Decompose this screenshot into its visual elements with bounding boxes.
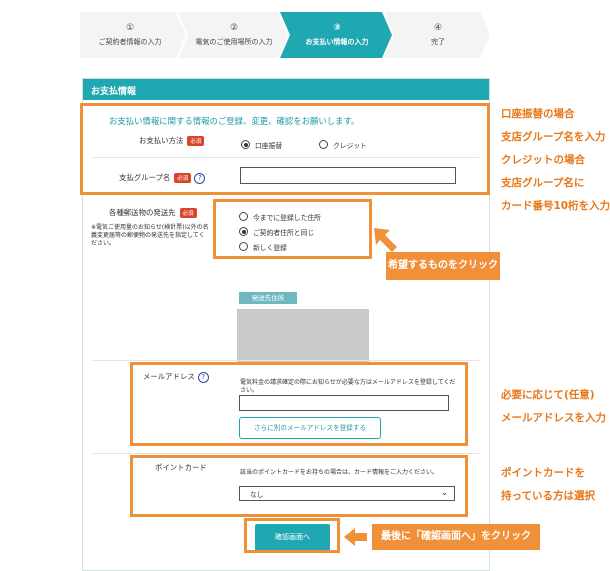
step-4: ④ 完了: [390, 12, 486, 58]
annotation-shipping-callout: 希望するものをクリック: [386, 252, 500, 280]
panel-title: お支払情報: [83, 79, 489, 100]
annotation-confirm-callout: 最後に「確認画面へ」をクリック: [372, 524, 540, 550]
annotation-line: クレジットの場合: [501, 154, 585, 166]
annotation-line: 口座振替の場合: [501, 108, 575, 120]
step-2-label: 電気のご使用場所の入力: [195, 38, 273, 46]
annotation-payment-note: 口座振替の場合 支店グループ名を入力 クレジットの場合 支店グループ名に カード…: [501, 103, 610, 218]
step-2-number: ②: [229, 23, 239, 33]
annotation-email-note: 必要に応じて(任意) メールアドレスを入力: [501, 384, 606, 430]
annotation-box-payment: [80, 103, 490, 195]
step-indicator: ① ご契約者情報の入力 ② 電気のご使用場所の入力 ③ お支払い情報の入力 ④ …: [80, 12, 490, 58]
step-1-number: ①: [125, 23, 135, 33]
shipping-note: ※電気ご使用量のお知らせ(検針票)以外の名義変更届等の郵便物の発送先を指定してく…: [91, 224, 209, 247]
annotation-line: メールアドレスを入力: [501, 412, 606, 424]
step-3: ③ お支払い情報の入力: [286, 12, 388, 58]
required-badge: 必須: [179, 208, 197, 218]
shipping-address-label: 発送先住所: [239, 292, 297, 304]
step-1: ① ご契約者情報の入力: [80, 12, 180, 58]
step-4-number: ④: [433, 23, 443, 33]
arrow-up-left-icon: [374, 228, 397, 252]
annotation-line: 支店グループ名に: [501, 177, 585, 189]
arrow-left-icon: [344, 528, 367, 546]
annotation-line: ポイントカードを: [501, 467, 585, 479]
shipping-row-label: 各種郵送物の発送先 必須: [109, 207, 197, 218]
annotation-box-confirm: [244, 518, 340, 553]
annotation-line: カード番号10桁を入力: [501, 200, 610, 212]
step-4-label: 完了: [431, 38, 445, 46]
shipping-address-box: [237, 309, 369, 365]
step-3-label: お支払い情報の入力: [305, 38, 369, 46]
screenshot-root: ① ご契約者情報の入力 ② 電気のご使用場所の入力 ③ お支払い情報の入力 ④ …: [0, 0, 610, 571]
step-3-number: ③: [333, 23, 341, 33]
annotation-line: 持っている方は選択: [501, 490, 595, 502]
divider: [93, 360, 479, 361]
annotation-box-shipping: [213, 199, 372, 259]
step-2: ② 電気のご使用場所の入力: [184, 12, 284, 58]
annotation-point-note: ポイントカードを 持っている方は選択: [501, 462, 595, 508]
step-1-label: ご契約者情報の入力: [98, 38, 162, 46]
annotation-line: 支店グループ名を入力: [501, 131, 606, 143]
divider: [93, 453, 479, 454]
annotation-box-point: [130, 455, 468, 517]
shipping-label: 各種郵送物の発送先: [109, 208, 176, 217]
annotation-box-email: [130, 362, 468, 446]
annotation-line: 必要に応じて(任意): [501, 389, 595, 401]
